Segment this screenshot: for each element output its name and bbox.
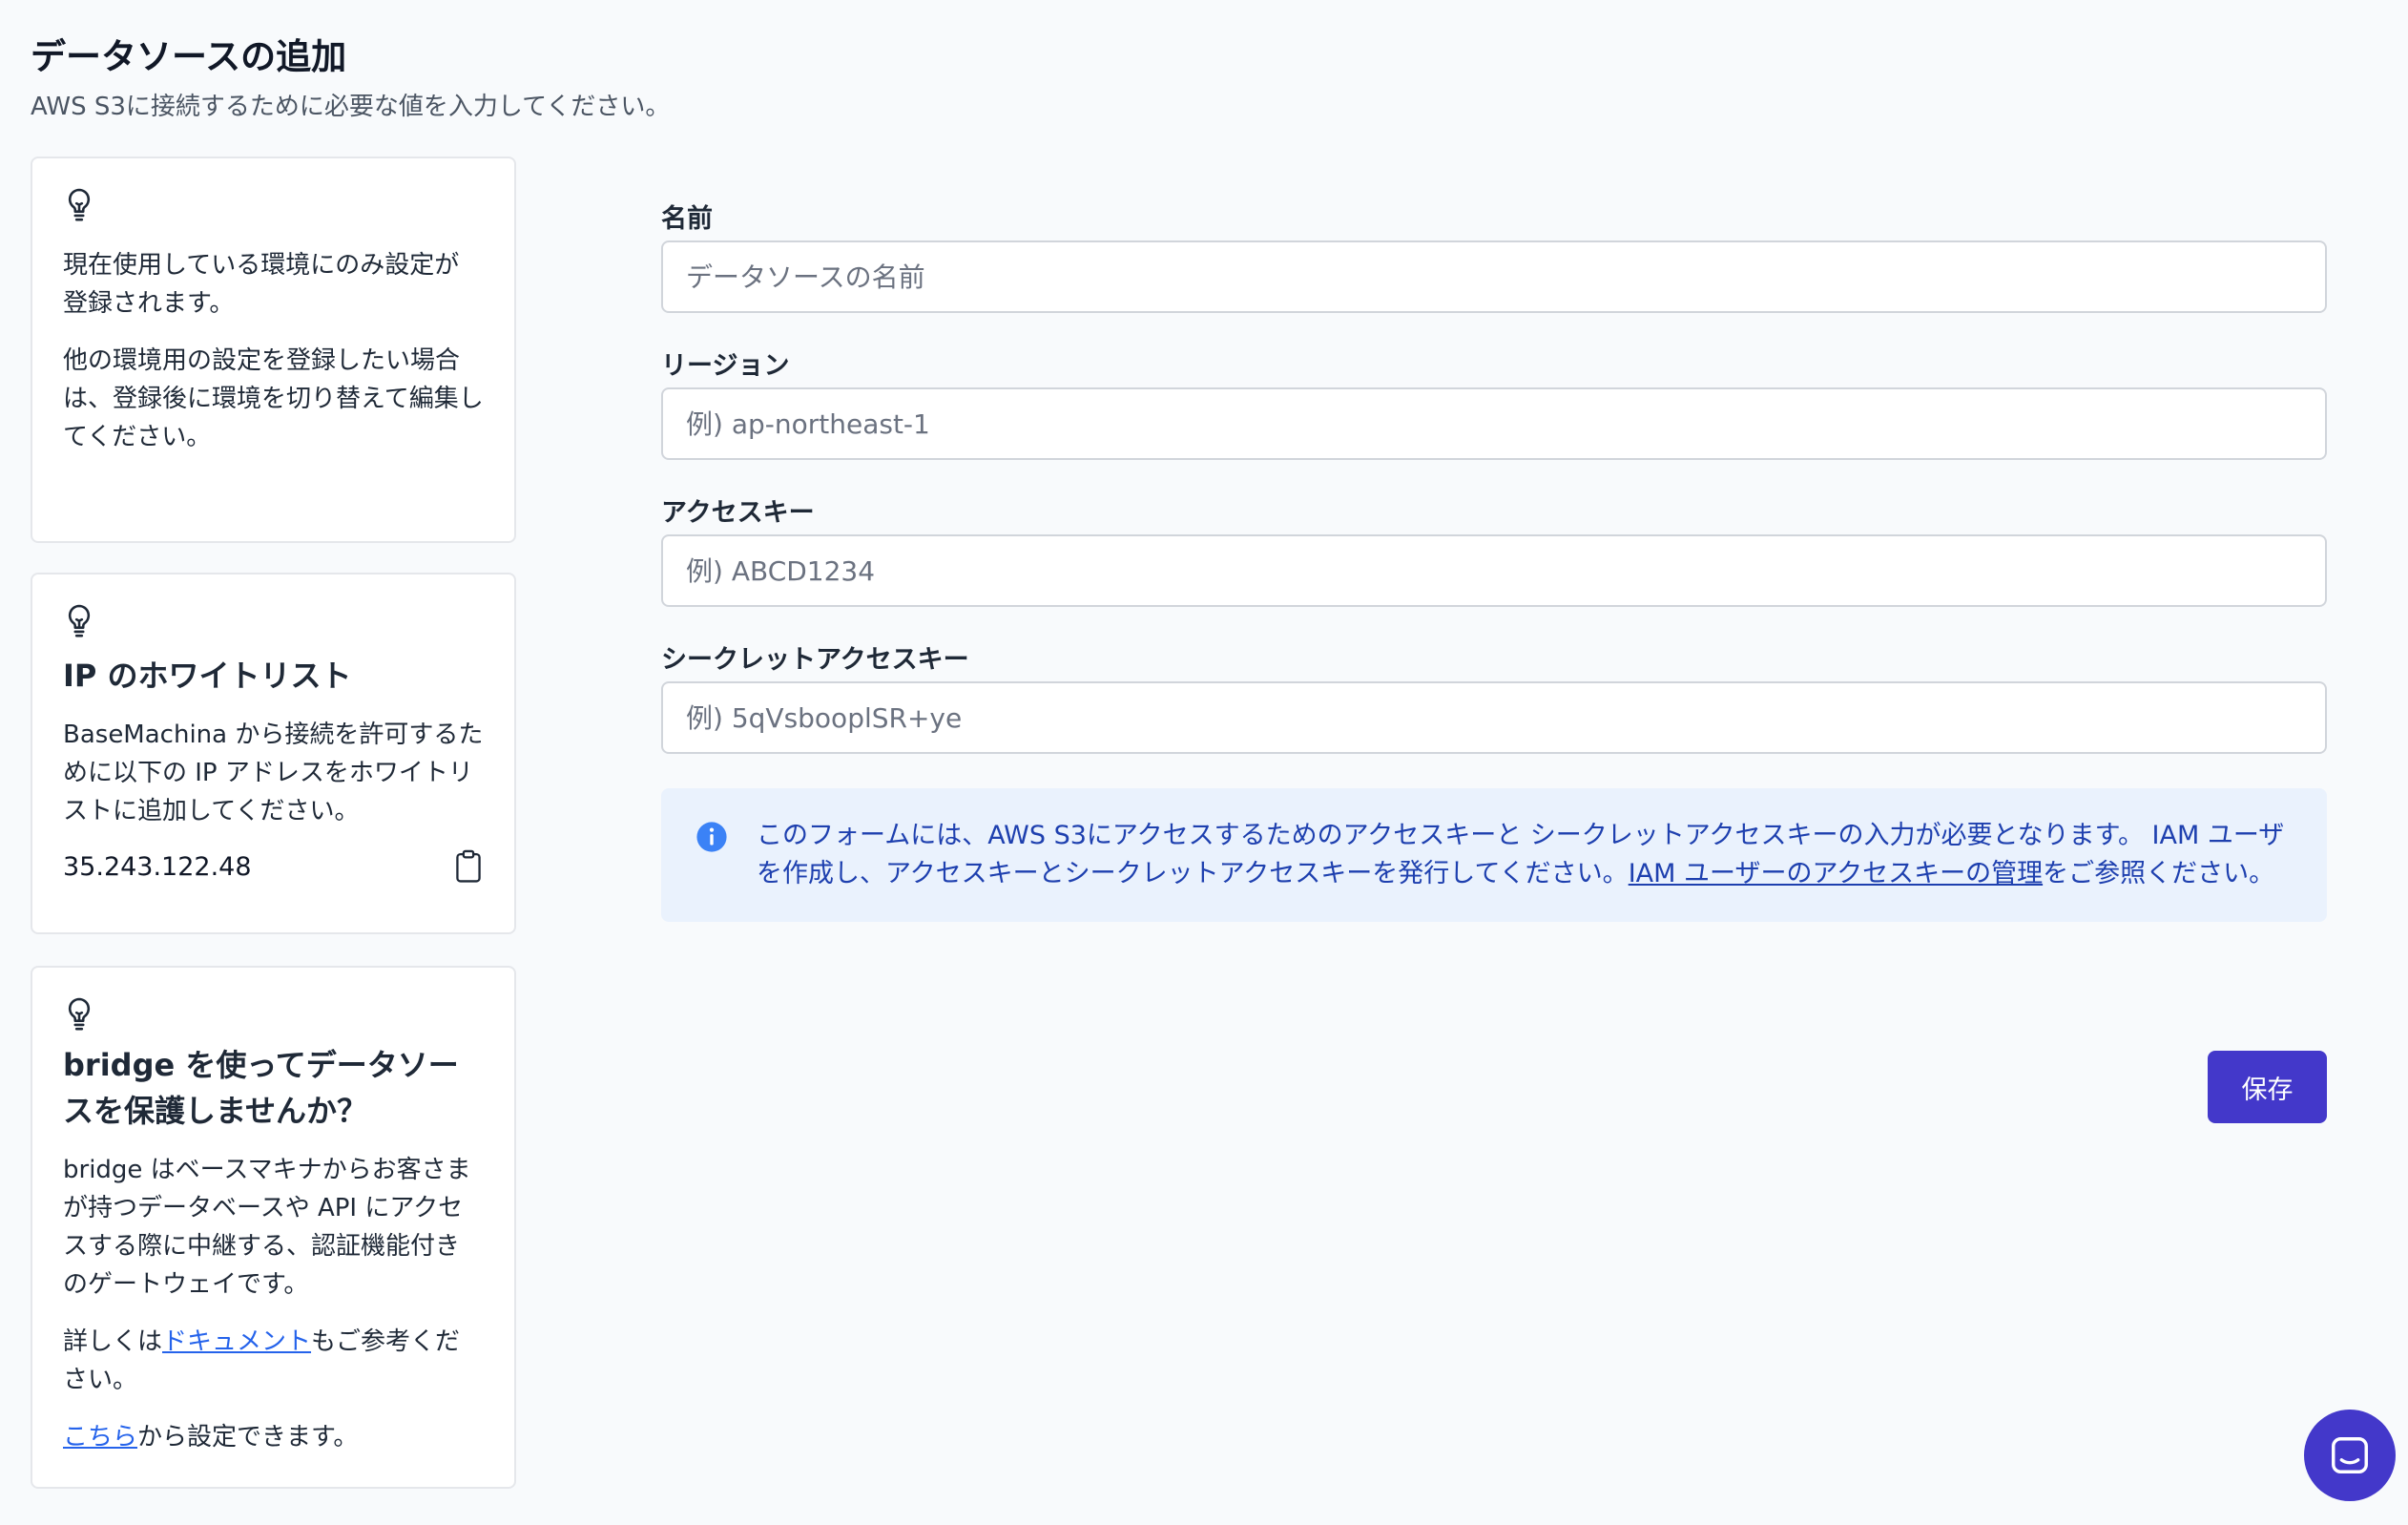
ip-whitelist-title: IP のホワイトリスト [63,658,352,694]
page-subtitle: AWS S3に接続するために必要な値を入力してください。 [31,93,671,121]
ip-whitelist-card: IP のホワイトリスト BaseMachina から接続を許可するために以下の … [31,573,516,934]
environment-note-text-2: 他の環境用の設定を登録したい場合は、登録後に環境を切り替えて編集してください。 [63,346,484,451]
region-label: リージョン [661,351,790,381]
access-key-label: アクセスキー [661,498,815,528]
bridge-text: bridge はベースマキナからお客さまが持つデータベースや API にアクセス… [63,1156,471,1299]
chat-launcher-button[interactable] [2304,1410,2396,1501]
bridge-setting-suffix: から設定できます。 [137,1423,359,1452]
bridge-setting-link[interactable]: こちら [63,1423,137,1452]
datasource-form: 名前 リージョン アクセスキー シークレットアクセスキー このフォームには、AW… [661,200,2327,1123]
lightbulb-icon [68,997,91,1031]
info-icon [696,822,727,852]
info-suffix: をご参照ください。 [2043,859,2275,888]
access-key-input[interactable] [661,534,2327,607]
iam-access-key-link[interactable]: IAM ユーザーのアクセスキーの管理 [1629,859,2043,888]
name-input[interactable] [661,240,2327,313]
bridge-title: bridge を使ってデータソースを保護しませんか？ [63,1047,459,1129]
region-input[interactable] [661,387,2327,460]
info-alert: このフォームには、AWS S3にアクセスするためのアクセスキーと シークレットア… [661,788,2327,922]
page-header: データソースの追加 AWS S3に接続するために必要な値を入力してください。 [31,31,670,126]
lightbulb-icon [68,188,91,221]
ip-whitelist-text: BaseMachina から接続を許可するために以下の IP アドレスをホワイト… [63,721,484,825]
ip-address: 35.243.122.48 [63,851,252,882]
secret-key-field: シークレットアクセスキー [661,641,2327,754]
bridge-setting: こちらから設定できます。 [63,1418,484,1456]
region-field: リージョン [661,347,2327,460]
bridge-detail-prefix: 詳しくは [63,1327,163,1356]
documentation-link[interactable]: ドキュメント [162,1327,311,1356]
secret-key-label: シークレットアクセスキー [661,645,969,675]
name-field: 名前 [661,200,2327,313]
save-button[interactable]: 保存 [2208,1051,2327,1123]
access-key-field: アクセスキー [661,494,2327,607]
chat-icon [2332,1437,2368,1473]
page-title: データソースの追加 [31,36,347,77]
clipboard-icon[interactable] [453,849,484,884]
environment-note-text-1: 現在使用している環境にのみ設定が登録されます。 [63,251,460,318]
environment-note-card: 現在使用している環境にのみ設定が登録されます。 他の環境用の設定を登録したい場合… [31,157,516,543]
lightbulb-icon [68,604,91,637]
bridge-detail: 詳しくはドキュメントもご参考ください。 [63,1323,484,1399]
secret-key-input[interactable] [661,681,2327,754]
name-label: 名前 [661,204,713,234]
bridge-card: bridge を使ってデータソースを保護しませんか？ bridge はベースマキ… [31,966,516,1489]
ip-address-row: 35.243.122.48 [63,849,484,884]
